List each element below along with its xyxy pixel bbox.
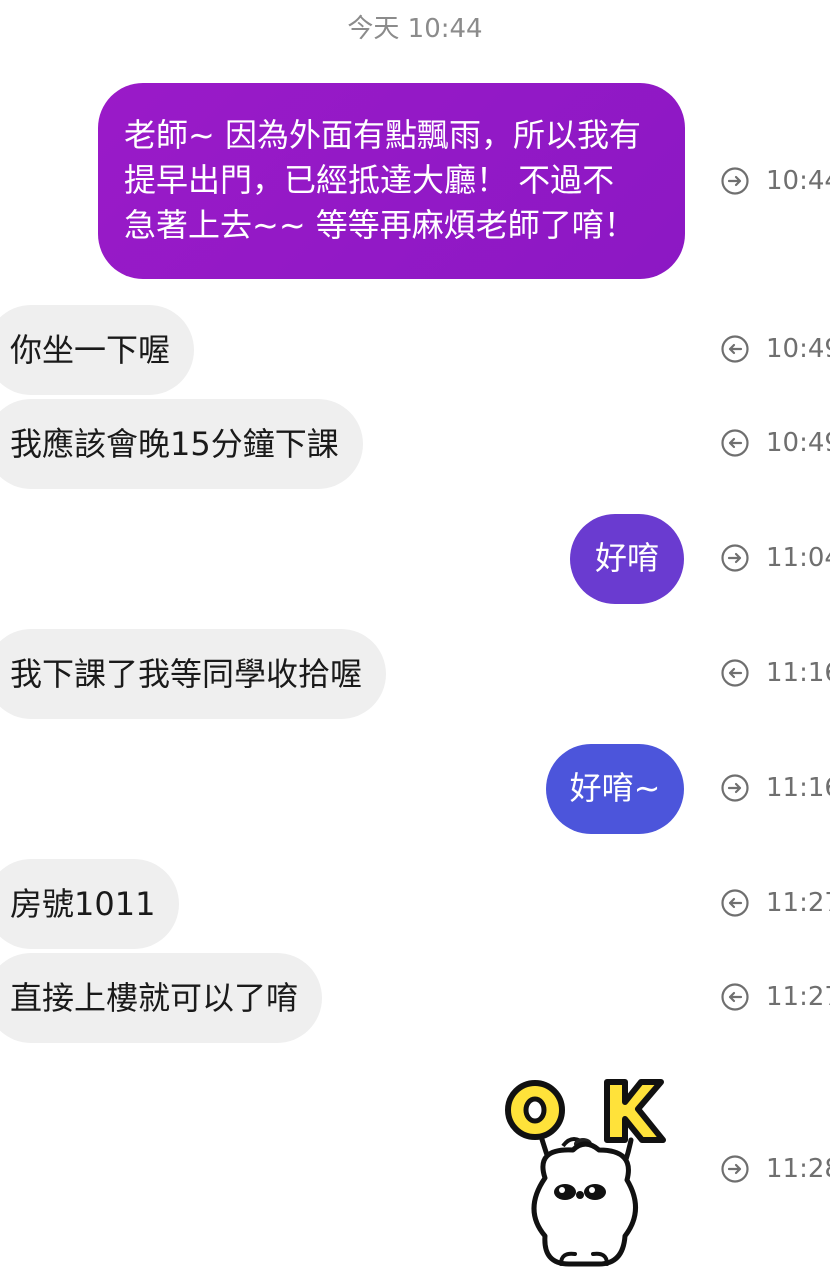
message-time: 11:16 — [766, 773, 830, 803]
message-bubble-incoming[interactable]: 直接上樓就可以了唷 — [0, 953, 323, 1043]
message-meta: 11:27 — [720, 888, 830, 918]
message-text: 我應該會晚15分鐘下課 — [10, 425, 339, 463]
message-bubble-incoming[interactable]: 我應該會晚15分鐘下課 — [0, 399, 363, 489]
message-meta: 11:16 — [720, 658, 830, 688]
ok-bunny-sticker-art — [505, 1079, 666, 1267]
arrow-right-circle-icon — [721, 774, 749, 802]
message-bubble-incoming[interactable]: 我下課了我等同學收拾喔 — [0, 629, 387, 719]
message-text: 直接上樓就可以了唷 — [10, 979, 299, 1017]
message-meta: 10:49 — [720, 334, 830, 364]
arrow-left-circle-icon — [721, 659, 749, 687]
message-bubble-incoming[interactable]: 房號1011 — [0, 859, 180, 949]
message-time: 11:04 — [766, 543, 830, 573]
message-bubble-outgoing[interactable]: 好唷~ — [546, 744, 684, 834]
message-time: 11:28 — [766, 1154, 830, 1184]
arrow-left-circle-icon — [721, 335, 749, 363]
message-text-line: 老師~ 因為外面有點飄雨，所以我有 — [124, 116, 641, 154]
arrow-left-circle-icon — [721, 889, 749, 917]
message-text-line: 提早出門，已經抵達大廳！ 不過不 — [124, 161, 615, 199]
message-time: 10:49 — [766, 428, 830, 458]
message-time: 11:27 — [766, 982, 830, 1012]
arrow-left-circle-icon — [721, 983, 749, 1011]
message-bubble-outgoing[interactable]: 老師~ 因為外面有點飄雨，所以我有 提早出門，已經抵達大廳！ 不過不 急著上去~… — [98, 83, 685, 279]
message-meta: 11:27 — [720, 982, 830, 1012]
message-text: 我下課了我等同學收拾喔 — [10, 655, 363, 693]
message-time: 10:44 — [766, 166, 830, 196]
message-text: 房號1011 — [10, 885, 156, 923]
arrow-right-circle-icon — [721, 1155, 749, 1183]
message-bubble-incoming[interactable]: 你坐一下喔 — [0, 305, 195, 395]
message-meta: 11:28 — [720, 1154, 830, 1184]
date-header: 今天 10:44 — [347, 14, 483, 44]
message-text: 好唷~ — [569, 769, 661, 807]
message-time: 11:27 — [766, 888, 830, 918]
message-meta: 11:16 — [720, 773, 830, 803]
arrow-right-circle-icon — [721, 167, 749, 195]
message-text: 好唷 — [594, 539, 659, 577]
message-time: 11:16 — [766, 658, 830, 688]
message-meta: 10:44 — [720, 166, 830, 196]
message-bubble-outgoing[interactable]: 好唷 — [570, 514, 684, 604]
message-meta: 11:04 — [720, 543, 830, 573]
ok-bunny-sticker[interactable] — [495, 1068, 675, 1273]
arrow-left-circle-icon — [721, 429, 749, 457]
message-text-line: 急著上去~~ 等等再麻煩老師了唷！ — [124, 206, 636, 244]
message-meta: 10:49 — [720, 428, 830, 458]
message-text: 你坐一下喔 — [10, 331, 171, 369]
arrow-right-circle-icon — [721, 544, 749, 572]
message-time: 10:49 — [766, 334, 830, 364]
